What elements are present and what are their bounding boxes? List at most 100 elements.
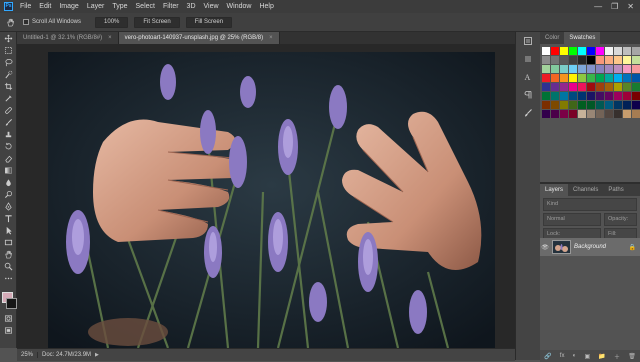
close-tab-icon[interactable]: × <box>108 32 112 44</box>
gradient-tool-icon[interactable] <box>0 164 16 176</box>
menu-edit[interactable]: Edit <box>35 0 55 13</box>
color-swatch[interactable] <box>614 56 622 64</box>
color-swatch[interactable] <box>551 47 559 55</box>
color-swatch[interactable] <box>542 65 550 73</box>
menu-type[interactable]: Type <box>108 0 131 13</box>
color-swatch[interactable] <box>542 92 550 100</box>
color-swatch[interactable] <box>614 83 622 91</box>
color-swatch[interactable] <box>596 65 604 73</box>
color-swatch[interactable] <box>542 101 550 109</box>
color-swatch[interactable] <box>596 92 604 100</box>
more-tools-icon[interactable] <box>0 272 16 284</box>
color-swatch[interactable] <box>632 65 640 73</box>
color-swatch[interactable] <box>551 65 559 73</box>
healing-brush-tool-icon[interactable] <box>0 104 16 116</box>
tab-paths[interactable]: Paths <box>603 184 628 196</box>
color-swatch[interactable] <box>623 65 631 73</box>
move-tool-icon[interactable] <box>0 32 16 44</box>
color-swatch[interactable] <box>569 101 577 109</box>
color-swatch[interactable] <box>605 83 613 91</box>
color-swatch[interactable] <box>632 101 640 109</box>
menu-select[interactable]: Select <box>132 0 159 13</box>
color-swatch[interactable] <box>578 92 586 100</box>
opacity-field[interactable]: Opacity: <box>604 213 637 226</box>
maximize-button[interactable]: ❐ <box>611 2 618 11</box>
new-layer-icon[interactable]: ＋ <box>614 352 620 361</box>
color-swatch[interactable] <box>623 110 631 118</box>
blend-mode-select[interactable]: Normal <box>543 213 601 226</box>
color-swatch[interactable] <box>560 47 568 55</box>
color-swatch[interactable] <box>551 92 559 100</box>
color-swatch[interactable] <box>605 110 613 118</box>
color-swatch[interactable] <box>632 74 640 82</box>
color-swatch[interactable] <box>542 83 550 91</box>
new-group-icon[interactable]: 📁 <box>598 353 605 360</box>
tab-layers[interactable]: Layers <box>540 184 569 196</box>
color-swatch[interactable] <box>632 110 640 118</box>
path-selection-tool-icon[interactable] <box>0 224 16 236</box>
color-swatch[interactable] <box>587 56 595 64</box>
menu-filter[interactable]: Filter <box>159 0 183 13</box>
close-tab-icon[interactable]: × <box>269 32 273 44</box>
menu-layer[interactable]: Layer <box>83 0 109 13</box>
fill-screen-button[interactable]: Fill Screen <box>185 16 233 28</box>
eraser-tool-icon[interactable] <box>0 152 16 164</box>
scroll-all-windows-checkbox[interactable] <box>23 19 29 25</box>
add-mask-icon[interactable]: ◐ <box>573 353 577 359</box>
color-swatch[interactable] <box>614 110 622 118</box>
color-swatch[interactable] <box>596 56 604 64</box>
lasso-tool-icon[interactable] <box>0 56 16 68</box>
color-swatch[interactable] <box>578 65 586 73</box>
color-swatch[interactable] <box>614 47 622 55</box>
color-swatch[interactable] <box>569 83 577 91</box>
color-swatch[interactable] <box>596 47 604 55</box>
color-swatch[interactable] <box>632 56 640 64</box>
history-panel-icon[interactable] <box>516 32 540 50</box>
type-tool-icon[interactable] <box>0 212 16 224</box>
menu-file[interactable]: File <box>16 0 35 13</box>
brush-tool-icon[interactable] <box>0 116 16 128</box>
color-swatch[interactable] <box>605 101 613 109</box>
quick-mask-icon[interactable] <box>0 312 16 324</box>
history-brush-tool-icon[interactable] <box>0 140 16 152</box>
menu-window[interactable]: Window <box>223 0 256 13</box>
pen-tool-icon[interactable] <box>0 200 16 212</box>
menu-help[interactable]: Help <box>255 0 277 13</box>
color-swatch[interactable] <box>560 56 568 64</box>
color-swatch[interactable] <box>578 47 586 55</box>
color-swatch[interactable] <box>614 101 622 109</box>
color-swatch[interactable] <box>578 74 586 82</box>
color-swatch[interactable] <box>560 92 568 100</box>
tab-swatches[interactable]: Swatches <box>564 32 601 44</box>
color-swatch[interactable] <box>587 65 595 73</box>
color-swatch[interactable] <box>632 47 640 55</box>
color-swatch[interactable] <box>596 83 604 91</box>
layer-kind-filter[interactable]: Kind <box>543 198 637 211</box>
color-swatch[interactable] <box>623 47 631 55</box>
tab-channels[interactable]: Channels <box>568 184 603 196</box>
screen-mode-icon[interactable] <box>0 324 16 336</box>
color-swatch[interactable] <box>623 92 631 100</box>
fit-screen-button[interactable]: Fit Screen <box>134 16 180 28</box>
color-swatch[interactable] <box>569 110 577 118</box>
color-swatch[interactable] <box>605 74 613 82</box>
tab-photo-document[interactable]: vero-photoart-140937-unsplash.jpg @ 25% … <box>118 32 280 44</box>
color-swatch[interactable] <box>551 83 559 91</box>
status-menu-arrow-icon[interactable]: ▶ <box>95 352 99 358</box>
color-swatch[interactable] <box>623 56 631 64</box>
marquee-tool-icon[interactable] <box>0 44 16 56</box>
color-swatch[interactable] <box>605 56 613 64</box>
zoom-tool-icon[interactable] <box>0 260 16 272</box>
link-layers-icon[interactable]: 🔗 <box>544 353 551 360</box>
color-swatch[interactable] <box>578 110 586 118</box>
color-swatch[interactable] <box>605 47 613 55</box>
color-swatch[interactable] <box>542 74 550 82</box>
menu-image[interactable]: Image <box>55 0 82 13</box>
tab-untitled-1[interactable]: Untitled-1 @ 32.1% (RGB/8#) × <box>17 32 119 44</box>
color-swatch[interactable] <box>578 83 586 91</box>
color-swatch[interactable] <box>569 56 577 64</box>
layer-row-background[interactable]: 👁 Background 🔒 <box>540 238 640 256</box>
hand-tool-icon[interactable] <box>0 248 16 260</box>
color-swatch[interactable] <box>596 101 604 109</box>
color-swatch[interactable] <box>569 65 577 73</box>
